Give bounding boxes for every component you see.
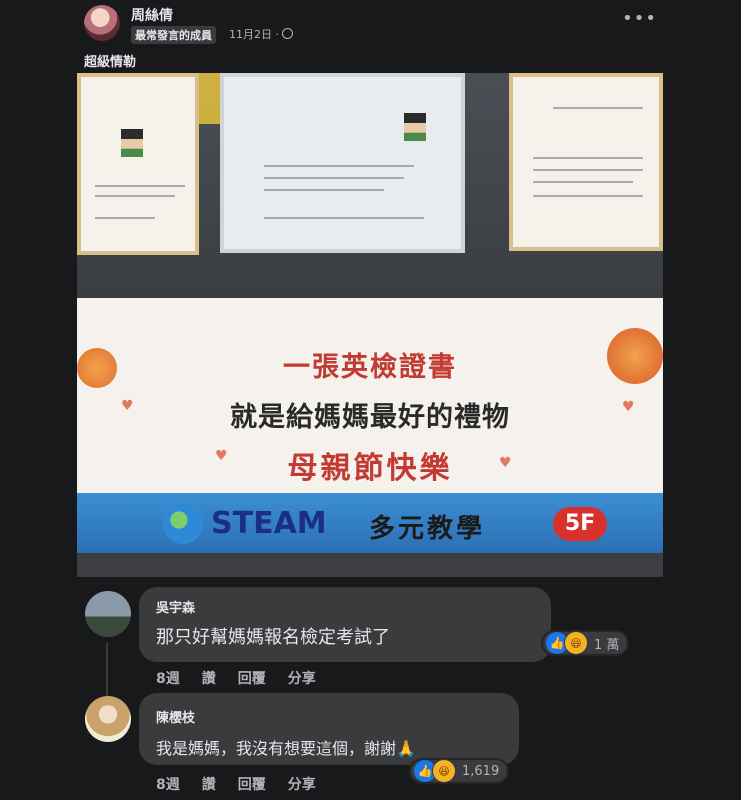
- photo-wall: [77, 73, 663, 298]
- comment-actions: 8週 讚 回覆 分享: [156, 774, 338, 794]
- haha-icon: 😆: [432, 759, 456, 783]
- reaction-count: 1,619: [462, 763, 500, 779]
- share-action[interactable]: 分享: [288, 668, 316, 688]
- comment-avatar[interactable]: [85, 696, 131, 742]
- comment-time[interactable]: 8週: [156, 774, 180, 794]
- comment-time[interactable]: 8週: [156, 668, 180, 688]
- banner-line-2: 就是給媽媽最好的禮物: [230, 402, 510, 433]
- steam-sub-label: 多元教學: [369, 514, 486, 544]
- reaction-count: 1 萬: [594, 637, 620, 653]
- earth-icon: [163, 504, 203, 544]
- steam-label: STEAM: [211, 506, 327, 541]
- reaction-summary[interactable]: 👍 😆 1 萬: [541, 630, 630, 656]
- comment-text: 我是媽媽，我沒有想要這個，謝謝🙏: [156, 739, 416, 758]
- post-author-name[interactable]: 周絲倩: [131, 5, 173, 25]
- certificate-3: [509, 73, 663, 251]
- post-time[interactable]: 11月2日 ·: [229, 28, 279, 41]
- banner-line-1: 一張英檢證書: [283, 352, 457, 383]
- post-meta[interactable]: 11月2日 ·: [229, 26, 293, 42]
- comment-actions: 8週 讚 回覆 分享: [156, 668, 338, 688]
- reply-action[interactable]: 回覆: [238, 668, 266, 688]
- banner-line-3: 母親節快樂: [287, 451, 453, 486]
- more-dots-icon[interactable]: •••: [622, 8, 657, 29]
- certificate-2: [220, 73, 465, 253]
- comment-author[interactable]: 吳宇森: [156, 597, 195, 616]
- like-action[interactable]: 讚: [202, 668, 216, 688]
- post-photo[interactable]: ♥ ♥ ♥ ♥ 一張英檢證書 就是給媽媽最好的禮物 母親節快樂 STEAM 多元…: [77, 73, 663, 577]
- comment-avatar[interactable]: [85, 591, 131, 637]
- reply-action[interactable]: 回覆: [238, 774, 266, 794]
- certificate-1: [77, 73, 199, 255]
- like-action[interactable]: 讚: [202, 774, 216, 794]
- floor-badge: 5F: [553, 507, 607, 541]
- comment-author[interactable]: 陳櫻枝: [156, 707, 195, 726]
- author-avatar[interactable]: [84, 5, 120, 41]
- haha-icon: 😆: [564, 631, 588, 655]
- member-badge: 最常發言的成員: [131, 26, 216, 44]
- reaction-summary[interactable]: 👍 😆 1,619: [409, 758, 510, 784]
- steam-sign: STEAM 多元教學 5F: [77, 493, 663, 553]
- globe-icon: [282, 28, 293, 39]
- mothers-day-banner: ♥ ♥ ♥ ♥ 一張英檢證書 就是給媽媽最好的禮物 母親節快樂: [77, 298, 663, 493]
- share-action[interactable]: 分享: [288, 774, 316, 794]
- photo-bottom-strip: [77, 553, 663, 577]
- comment-text: 那只好幫媽媽報名檢定考試了: [156, 627, 390, 648]
- post-text: 超級情勒: [84, 55, 137, 70]
